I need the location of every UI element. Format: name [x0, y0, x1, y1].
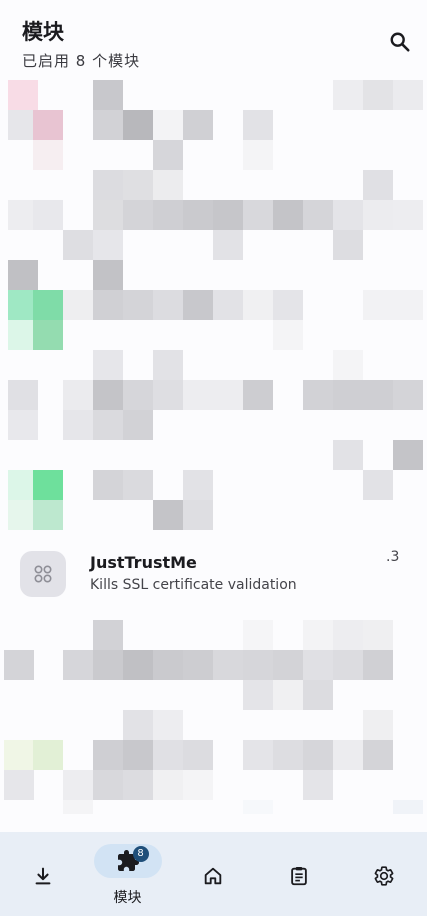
page-title: 模块 — [22, 20, 64, 44]
clipboard-icon — [290, 867, 307, 886]
nav-item-home[interactable] — [170, 832, 255, 916]
obscured-module-list-bottom — [4, 618, 424, 830]
nav-item-settings[interactable] — [341, 832, 426, 916]
nav-label-modules: 模块 — [113, 890, 142, 906]
bottom-navigation: 8 模块 — [0, 832, 427, 916]
nav-item-download[interactable] — [0, 832, 85, 916]
gear-icon — [374, 866, 393, 886]
modules-badge: 8 — [132, 846, 149, 862]
nav-item-logs[interactable] — [256, 832, 341, 916]
app-header: 模块 已启用 8 个模块 — [0, 0, 427, 80]
download-icon — [35, 867, 50, 885]
module-version: .3 — [386, 549, 400, 565]
home-icon — [204, 867, 221, 885]
search-button[interactable] — [386, 28, 414, 56]
obscured-module-list-top — [4, 80, 424, 537]
module-description: Kills SSL certificate validation — [90, 577, 297, 593]
module-icon — [20, 551, 66, 597]
search-icon — [390, 32, 410, 52]
module-name: JustTrustMe — [90, 553, 197, 572]
nav-item-modules[interactable]: 8 模块 — [85, 832, 170, 916]
module-list-item[interactable]: JustTrustMe Kills SSL certificate valida… — [0, 537, 427, 615]
enabled-modules-count: 已启用 8 个模块 — [22, 52, 141, 70]
puzzle-dots-icon — [34, 565, 52, 583]
